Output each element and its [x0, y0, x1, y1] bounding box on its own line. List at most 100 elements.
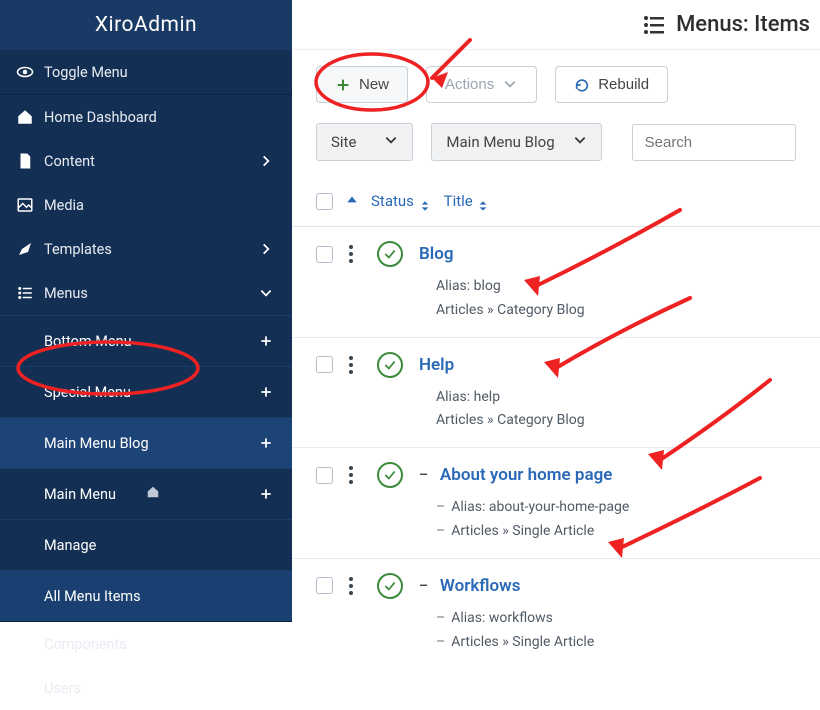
chevron-down-icon: [573, 133, 587, 151]
row-type: Articles » Category Blog: [436, 299, 585, 323]
list-icon: [642, 13, 666, 37]
main-content: Menus: Items New Actions Rebuild Site: [292, 0, 820, 619]
site-select[interactable]: Site: [316, 123, 413, 161]
row-title-link[interactable]: Help: [419, 355, 454, 375]
row-title-link[interactable]: Workflows: [440, 576, 521, 596]
sort-order-icon[interactable]: [345, 193, 359, 211]
select-label: Main Menu Blog: [446, 133, 554, 151]
page-title: Menus: Items: [676, 12, 810, 37]
select-all-checkbox[interactable]: [316, 193, 333, 210]
row-checkbox[interactable]: [316, 577, 333, 594]
sidebar-item-media[interactable]: Media: [0, 183, 292, 227]
sidebar-item-menus[interactable]: Menus: [0, 271, 292, 315]
sidebar-sub-label: All Menu Items: [44, 588, 276, 605]
sidebar-sub-manage[interactable]: Manage: [0, 520, 292, 570]
table-row: Blog Alias: blog Articles » Category Blo…: [292, 227, 820, 338]
sort-icon: [478, 200, 488, 212]
row-checkbox[interactable]: [316, 467, 333, 484]
sidebar-sub-bottom-menu[interactable]: Bottom Menu: [0, 316, 292, 366]
image-icon: [16, 196, 34, 214]
table-header: Status Title: [292, 177, 820, 227]
row-type: Articles » Category Blog: [436, 409, 585, 433]
menu-select[interactable]: Main Menu Blog: [431, 123, 601, 161]
home-icon: [16, 108, 34, 126]
button-label: Actions: [445, 76, 494, 93]
sidebar-item-users[interactable]: Users: [0, 666, 292, 710]
sidebar-item-content[interactable]: Content: [0, 139, 292, 183]
table-row: – Workflows –Alias: workflows –Articles …: [292, 559, 820, 669]
chevron-right-icon: [256, 681, 276, 695]
row-actions-icon[interactable]: [349, 576, 361, 596]
row-alias: Alias: about-your-home-page: [451, 496, 629, 520]
status-published-icon[interactable]: [377, 462, 403, 488]
button-label: New: [359, 76, 389, 93]
chevron-right-icon: [256, 242, 276, 256]
row-actions-icon[interactable]: [349, 355, 361, 375]
toolbar: New Actions Rebuild: [292, 50, 820, 119]
status-published-icon[interactable]: [377, 573, 403, 599]
filter-bar: Site Main Menu Blog: [292, 119, 820, 177]
plus-icon[interactable]: [256, 334, 276, 348]
row-checkbox[interactable]: [316, 356, 333, 373]
sidebar-sub-label: Main Menu Blog: [44, 435, 256, 452]
sidebar-item-toggle[interactable]: Toggle Menu: [0, 50, 292, 94]
sidebar-label: Users: [44, 680, 256, 697]
sidebar-label: Media: [44, 197, 276, 214]
row-alias: Alias: blog: [436, 275, 501, 299]
plus-icon: [335, 77, 351, 93]
sidebar-sub-main-menu-blog[interactable]: Main Menu Blog: [0, 418, 292, 468]
sidebar-label: Menus: [44, 285, 256, 302]
sidebar-label: Components: [44, 636, 256, 653]
status-published-icon[interactable]: [377, 352, 403, 378]
select-label: Site: [331, 133, 356, 151]
sidebar-item-components[interactable]: Components: [0, 622, 292, 666]
row-actions-icon[interactable]: [349, 465, 361, 485]
users-icon: [16, 679, 34, 697]
row-type: Articles » Single Article: [451, 631, 594, 655]
chevron-right-icon: [256, 637, 276, 651]
home-icon: [146, 485, 160, 503]
status-published-icon[interactable]: [377, 241, 403, 267]
plus-icon[interactable]: [256, 385, 276, 399]
sidebar-brand: XiroAdmin: [0, 0, 292, 50]
sidebar-sub-label: Main Menu: [44, 486, 140, 503]
table-row: Help Alias: help Articles » Category Blo…: [292, 338, 820, 449]
row-title-link[interactable]: About your home page: [440, 465, 612, 485]
sidebar-label: Toggle Menu: [44, 64, 276, 81]
sidebar-sub-label: Special Menu: [44, 384, 256, 401]
row-checkbox[interactable]: [316, 246, 333, 263]
document-icon: [16, 152, 34, 170]
brush-icon: [16, 240, 34, 258]
sidebar-label: Templates: [44, 241, 256, 258]
refresh-icon: [574, 77, 590, 93]
chevron-right-icon: [256, 154, 276, 168]
search-field[interactable]: [632, 124, 796, 161]
sidebar-item-templates[interactable]: Templates: [0, 227, 292, 271]
column-status[interactable]: Status: [371, 192, 430, 212]
sidebar-sub-all-menu-items[interactable]: All Menu Items: [0, 571, 292, 621]
sidebar-sub-label: Manage: [44, 537, 276, 554]
search-input[interactable]: [632, 124, 796, 161]
list-icon: [16, 284, 34, 302]
sidebar-sub-main-menu[interactable]: Main Menu: [0, 469, 292, 519]
rebuild-button[interactable]: Rebuild: [555, 66, 668, 103]
table-row: – About your home page –Alias: about-you…: [292, 448, 820, 559]
sidebar-label: Content: [44, 153, 256, 170]
plus-icon[interactable]: [256, 436, 276, 450]
tree-indent: –: [419, 578, 428, 594]
chevron-down-icon: [384, 133, 398, 151]
sidebar-sub-special-menu[interactable]: Special Menu: [0, 367, 292, 417]
actions-button[interactable]: Actions: [426, 66, 537, 103]
column-title[interactable]: Title: [444, 192, 489, 212]
page-header: Menus: Items: [292, 0, 820, 50]
sort-icon: [420, 200, 430, 212]
chevron-down-icon: [256, 286, 276, 300]
tree-indent: –: [419, 467, 428, 483]
sidebar-label: Home Dashboard: [44, 109, 276, 126]
row-actions-icon[interactable]: [349, 244, 361, 264]
row-title-link[interactable]: Blog: [419, 244, 454, 264]
plus-icon[interactable]: [256, 487, 276, 501]
sidebar-item-home[interactable]: Home Dashboard: [0, 95, 292, 139]
new-button[interactable]: New: [316, 66, 408, 103]
button-label: Rebuild: [598, 76, 649, 93]
